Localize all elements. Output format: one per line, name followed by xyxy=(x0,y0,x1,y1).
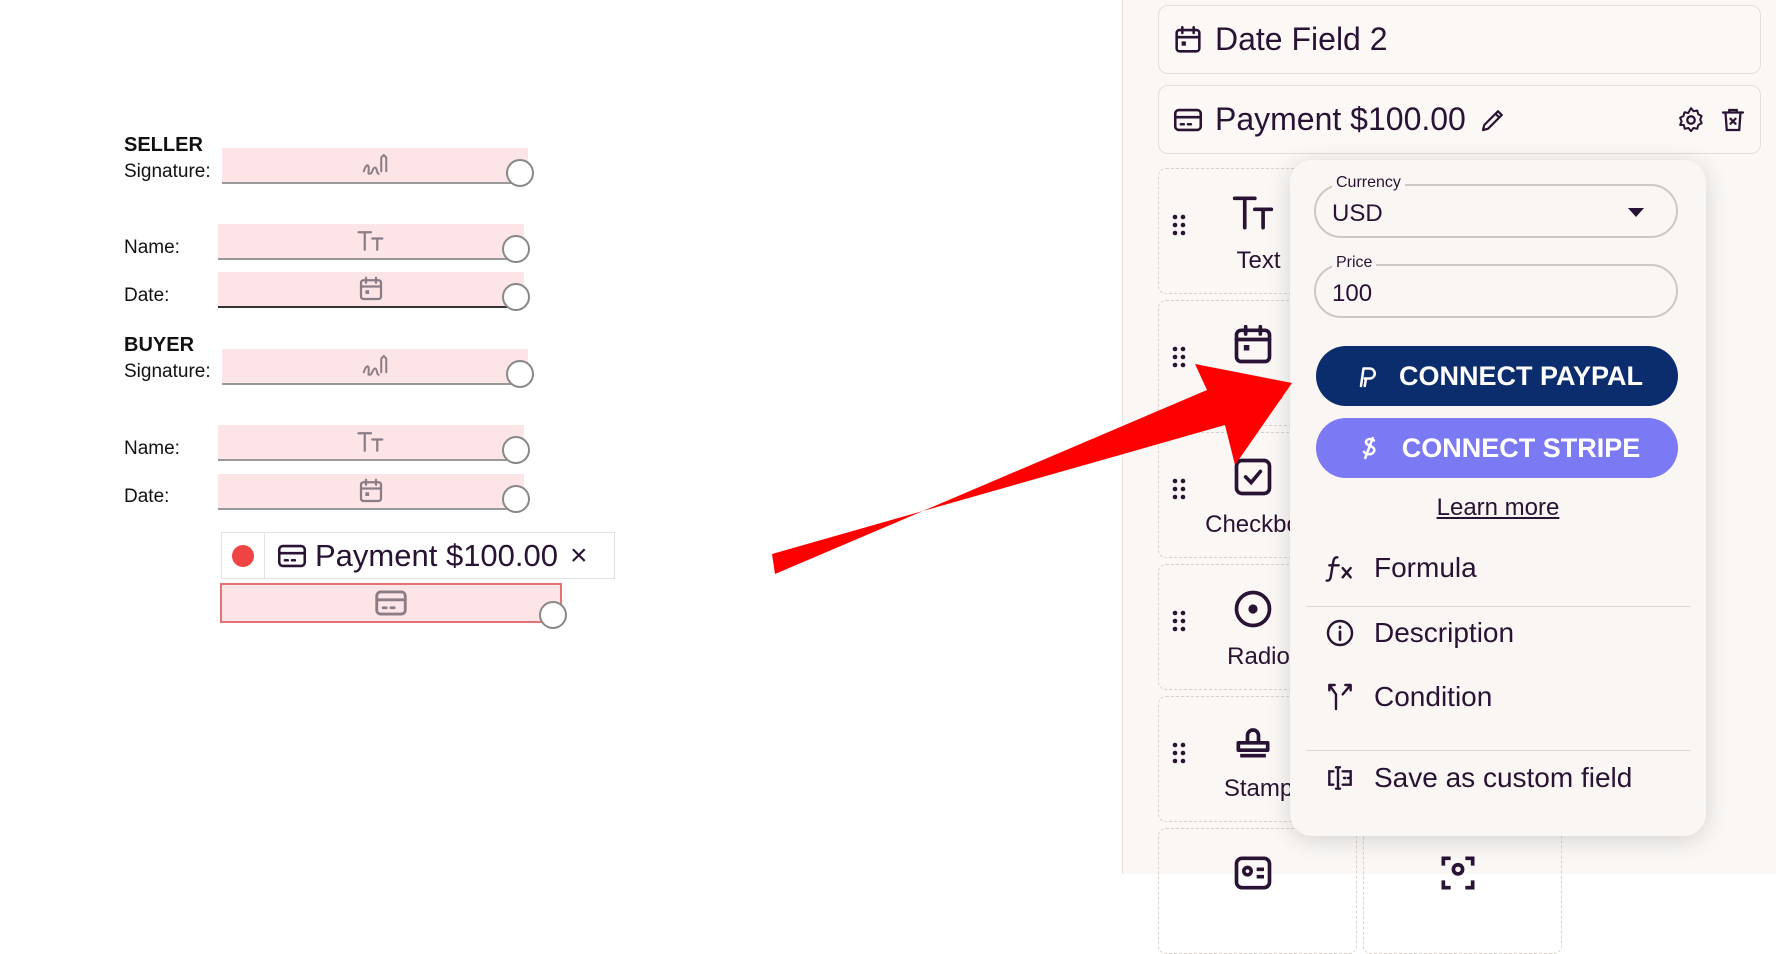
drag-handle-icon[interactable] xyxy=(1171,741,1187,773)
stamp-icon xyxy=(1236,728,1270,758)
credit-card-icon xyxy=(375,590,407,616)
payment-field-resize-handle[interactable] xyxy=(539,601,567,629)
calendar-icon xyxy=(359,276,383,301)
seller-signature-label: Signature: xyxy=(124,161,211,182)
face-scan-icon xyxy=(1441,856,1475,890)
credit-card-icon xyxy=(1173,108,1203,131)
text-icon xyxy=(1232,196,1274,230)
signature-icon xyxy=(362,354,388,376)
buyer-date-label: Date: xyxy=(124,486,170,507)
seller-name-field[interactable] xyxy=(218,224,524,260)
menu-item-label: Description xyxy=(1374,617,1515,648)
seller-signature-field[interactable] xyxy=(222,148,528,184)
text-icon xyxy=(357,231,384,251)
payment-field-row-name: Payment $100.00 xyxy=(1215,101,1466,137)
menu-item-description[interactable]: Description xyxy=(1324,613,1684,653)
buyer-date-field[interactable] xyxy=(218,474,524,510)
payment-field-area[interactable] xyxy=(220,583,562,623)
connect-paypal-button[interactable]: CONNECT PAYPAL xyxy=(1316,346,1678,406)
radio-icon xyxy=(1234,590,1272,628)
price-value: 100 xyxy=(1332,280,1373,307)
checkbox-icon xyxy=(1234,458,1272,496)
drag-handle-icon[interactable] xyxy=(1171,609,1187,641)
trash-icon[interactable] xyxy=(1718,105,1748,135)
buyer-signature-resize-handle[interactable] xyxy=(506,360,534,388)
condition-icon xyxy=(1328,683,1352,711)
submitter-color-button[interactable] xyxy=(222,533,265,578)
buyer-signature-label: Signature: xyxy=(124,361,211,382)
payment-field-name[interactable]: Payment $100.00 xyxy=(315,538,558,574)
currency-value: USD xyxy=(1332,200,1383,227)
document-page: SELLER Signature: Name: Date: BUYER Sign… xyxy=(0,0,1122,874)
calendar-icon xyxy=(1175,25,1201,53)
field-type-image[interactable] xyxy=(1158,828,1357,954)
price-label: Price xyxy=(1332,254,1377,272)
price-input[interactable]: Price 100 xyxy=(1314,254,1678,318)
payment-field-toolbar: Payment $100.00 × xyxy=(221,532,615,579)
remove-field-button[interactable]: × xyxy=(570,539,588,573)
connect-stripe-button[interactable]: CONNECT STRIPE xyxy=(1316,418,1678,478)
info-icon xyxy=(1326,619,1354,647)
credit-card-icon xyxy=(277,544,307,567)
buyer-date-resize-handle[interactable] xyxy=(502,485,530,513)
seller-heading: SELLER xyxy=(124,134,203,156)
currency-select[interactable]: Currency USD xyxy=(1314,174,1678,238)
menu-item-label: Condition xyxy=(1374,681,1493,712)
id-card-icon xyxy=(1234,856,1272,890)
menu-item-save-custom-field[interactable]: Save as custom field xyxy=(1324,758,1684,798)
seller-name-label: Name: xyxy=(124,237,180,258)
submitter-color-dot xyxy=(232,544,254,567)
buyer-name-label: Name: xyxy=(124,438,180,459)
menu-item-label: Save as custom field xyxy=(1374,762,1633,793)
payment-settings-dropdown: Currency USD Price 100 CONNECT PAYPAL CO… xyxy=(1290,160,1706,836)
pencil-icon[interactable] xyxy=(1478,105,1508,135)
menu-item-formula[interactable]: Formula xyxy=(1324,548,1684,588)
seller-date-resize-handle[interactable] xyxy=(502,283,530,311)
connect-stripe-label: CONNECT STRIPE xyxy=(1401,432,1641,463)
seller-name-resize-handle[interactable] xyxy=(502,235,530,263)
menu-divider xyxy=(1306,750,1690,751)
drag-handle-icon[interactable] xyxy=(1171,213,1187,245)
calendar-icon xyxy=(1234,324,1272,364)
chevron-down-icon xyxy=(1628,208,1644,217)
signature-icon xyxy=(362,153,388,175)
seller-date-label: Date: xyxy=(124,285,170,306)
menu-divider xyxy=(1306,606,1690,607)
menu-item-label: Formula xyxy=(1374,552,1477,583)
calendar-icon xyxy=(359,478,383,503)
connect-paypal-label: CONNECT PAYPAL xyxy=(1398,360,1644,391)
custom-field-icon xyxy=(1328,766,1352,790)
drag-handle-icon[interactable] xyxy=(1171,345,1187,377)
field-type-verification[interactable] xyxy=(1363,828,1562,954)
seller-signature-resize-handle[interactable] xyxy=(506,159,534,187)
gear-icon[interactable] xyxy=(1676,105,1706,135)
buyer-signature-field[interactable] xyxy=(222,349,528,385)
buyer-heading: BUYER xyxy=(124,334,195,356)
currency-label: Currency xyxy=(1332,174,1405,192)
learn-more-link[interactable]: Learn more xyxy=(1290,494,1706,522)
stripe-icon xyxy=(1362,436,1376,460)
seller-date-field[interactable] xyxy=(218,272,524,308)
formula-icon xyxy=(1325,556,1352,582)
buyer-name-resize-handle[interactable] xyxy=(502,436,530,464)
date-field-name: Date Field 2 xyxy=(1215,21,1388,57)
date-field-row[interactable]: Date Field 2 xyxy=(1158,5,1761,74)
drag-handle-icon[interactable] xyxy=(1171,477,1187,509)
text-icon xyxy=(357,432,384,452)
paypal-icon xyxy=(1359,367,1376,388)
payment-field-row[interactable]: Payment $100.00 xyxy=(1158,85,1761,154)
menu-item-condition[interactable]: Condition xyxy=(1324,677,1684,717)
buyer-name-field[interactable] xyxy=(218,425,524,461)
